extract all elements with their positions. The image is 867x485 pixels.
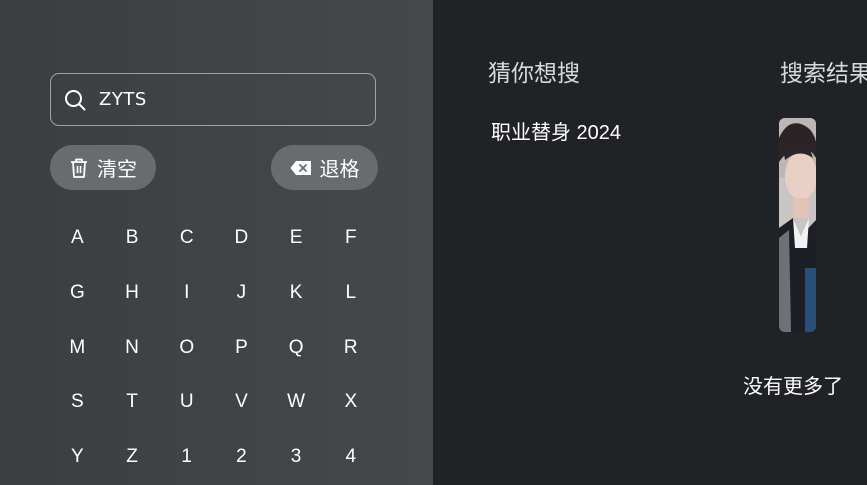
key-s[interactable]: S xyxy=(50,375,105,430)
search-query-text: ZYTS xyxy=(99,89,147,110)
key-t[interactable]: T xyxy=(105,375,160,430)
key-n[interactable]: N xyxy=(105,320,160,375)
key-a[interactable]: A xyxy=(50,211,105,266)
key-e[interactable]: E xyxy=(269,211,324,266)
key-l[interactable]: L xyxy=(323,266,378,321)
backspace-button[interactable]: 退格 xyxy=(271,145,378,190)
clear-button-label: 清空 xyxy=(97,157,137,181)
key-i[interactable]: I xyxy=(159,266,214,321)
key-c[interactable]: C xyxy=(159,211,214,266)
clear-button[interactable]: 清空 xyxy=(50,145,156,190)
key-j[interactable]: J xyxy=(214,266,269,321)
suggestions-title: 猜你想搜 xyxy=(488,61,580,87)
key-p[interactable]: P xyxy=(214,320,269,375)
no-more-text: 没有更多了 xyxy=(743,374,843,398)
keyboard-panel: ZYTS 清空 退格 ABCDEF GHIJKL MNOPQR STUVWX YZ123… xyxy=(0,0,433,485)
key-1[interactable]: 1 xyxy=(159,430,214,485)
key-w[interactable]: W xyxy=(269,375,324,430)
trash-icon xyxy=(69,157,89,179)
key-d[interactable]: D xyxy=(214,211,269,266)
key-z[interactable]: Z xyxy=(105,430,160,485)
key-b[interactable]: B xyxy=(105,211,160,266)
key-4[interactable]: 4 xyxy=(323,430,378,485)
search-icon xyxy=(63,88,87,112)
key-v[interactable]: V xyxy=(214,375,269,430)
key-y[interactable]: Y xyxy=(50,430,105,485)
key-f[interactable]: F xyxy=(323,211,378,266)
key-u[interactable]: U xyxy=(159,375,214,430)
key-2[interactable]: 2 xyxy=(214,430,269,485)
key-k[interactable]: K xyxy=(269,266,324,321)
suggestion-item[interactable]: 职业替身 2024 xyxy=(491,116,621,145)
key-g[interactable]: G xyxy=(50,266,105,321)
key-m[interactable]: M xyxy=(50,320,105,375)
key-3[interactable]: 3 xyxy=(269,430,324,485)
result-poster[interactable] xyxy=(779,118,816,332)
key-r[interactable]: R xyxy=(323,320,378,375)
key-o[interactable]: O xyxy=(159,320,214,375)
results-title: 搜索结果 xyxy=(780,61,867,87)
key-x[interactable]: X xyxy=(323,375,378,430)
backspace-icon xyxy=(290,160,312,176)
key-h[interactable]: H xyxy=(105,266,160,321)
backspace-button-label: 退格 xyxy=(319,157,360,181)
key-q[interactable]: Q xyxy=(269,320,324,375)
search-input[interactable]: ZYTS xyxy=(50,73,376,126)
letter-keyboard: ABCDEF GHIJKL MNOPQR STUVWX YZ1234 xyxy=(50,211,378,484)
